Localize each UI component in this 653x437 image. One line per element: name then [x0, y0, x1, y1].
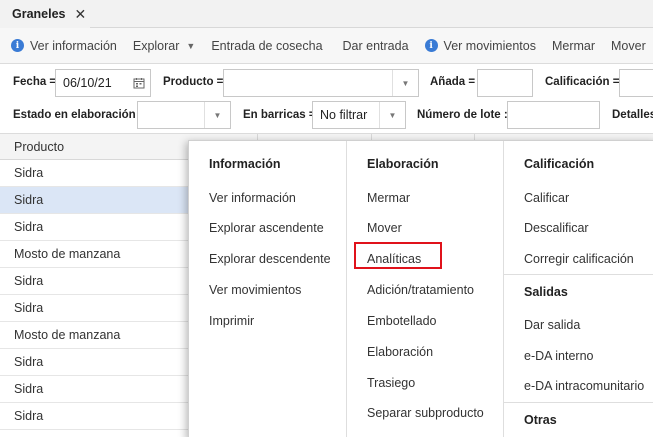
- menu-item-explorar-ascendente[interactable]: Explorar ascendente: [209, 221, 324, 235]
- ver-movimientos-label: Ver movimientos: [443, 38, 536, 53]
- estado-label: Estado en elaboración =: [13, 109, 146, 121]
- chevron-down-icon[interactable]: ▼: [392, 70, 418, 96]
- ver-informacion-label: Ver información: [30, 38, 117, 53]
- calificacion-label: Calificación =: [545, 76, 620, 88]
- menu-item-separar-subproducto[interactable]: Separar subproducto: [367, 406, 484, 420]
- menu-item-elaboracion[interactable]: Elaboración: [367, 345, 433, 359]
- barricas-label: En barricas =: [243, 109, 316, 121]
- cell-producto: Mosto de manzana: [14, 247, 121, 261]
- fecha-value: 06/10/21: [63, 76, 112, 90]
- menu-item-adicion-tratamiento[interactable]: Adición/tratamiento: [367, 283, 474, 297]
- dar-entrada-button[interactable]: Dar entrada: [335, 28, 417, 63]
- entrada-cosecha-label: Entrada de cosecha: [211, 38, 323, 53]
- info-icon: i: [424, 39, 438, 52]
- menu-heading-calificacion: Calificación: [524, 157, 595, 171]
- mermar-button[interactable]: Mermar: [544, 28, 603, 63]
- menu-item-corregir-calificacion[interactable]: Corregir calificación: [524, 252, 634, 266]
- cell-producto: Sidra: [14, 301, 44, 315]
- info-icon: i: [11, 39, 24, 52]
- lote-input[interactable]: [507, 101, 600, 129]
- menu-column-informacion: Información Ver información Explorar asc…: [189, 141, 346, 437]
- menu-item-eda-intracomunitario[interactable]: e-DA intracomunitario: [524, 379, 644, 393]
- cell-producto: Sidra: [14, 193, 44, 207]
- menu-item-calificar[interactable]: Calificar: [524, 191, 569, 205]
- estado-select[interactable]: ▼: [137, 101, 231, 129]
- cell-producto: Sidra: [14, 166, 44, 180]
- menu-divider: [504, 402, 653, 403]
- menu-column-calificacion: Calificación Calificar Descalificar Corr…: [503, 141, 653, 437]
- close-icon[interactable]: ✕: [75, 6, 87, 23]
- menu-item-analiticas[interactable]: Analíticas: [367, 252, 421, 266]
- mover-label: Mover: [611, 38, 646, 53]
- explorar-label: Explorar: [132, 38, 180, 53]
- menu-item-explorar-descendente[interactable]: Explorar descendente: [209, 252, 331, 266]
- menu-item-ver-informacion[interactable]: Ver información: [209, 191, 296, 205]
- fecha-label: Fecha =: [13, 76, 57, 88]
- menu-item-trasiego[interactable]: Trasiego: [367, 376, 415, 390]
- ver-informacion-button[interactable]: i Ver información: [0, 28, 125, 63]
- calificacion-input[interactable]: [619, 69, 653, 97]
- barricas-value: No filtrar: [320, 108, 368, 122]
- cell-producto: Sidra: [14, 274, 44, 288]
- tab-graneles[interactable]: Graneles ✕: [0, 0, 90, 28]
- column-header-producto: Producto: [14, 139, 65, 154]
- menu-item-mermar[interactable]: Mermar: [367, 191, 410, 205]
- menu-heading-elaboracion: Elaboración: [367, 157, 439, 171]
- tab-label: Graneles: [12, 7, 66, 21]
- detalles-label[interactable]: Detalles: [612, 109, 653, 121]
- fecha-input[interactable]: 06/10/21: [55, 69, 151, 97]
- explorar-button[interactable]: Explorar ▼: [125, 28, 203, 63]
- menu-heading-otras: Otras: [524, 413, 557, 427]
- producto-select[interactable]: ▼: [223, 69, 419, 97]
- cell-producto: Sidra: [14, 355, 44, 369]
- menu-heading-informacion: Información: [209, 157, 281, 171]
- menu-item-descalificar[interactable]: Descalificar: [524, 221, 589, 235]
- menu-item-embotellado[interactable]: Embotellado: [367, 314, 437, 328]
- menu-heading-salidas: Salidas: [524, 285, 568, 299]
- barricas-select[interactable]: No filtrar ▼: [312, 101, 406, 129]
- menu-item-eda-interno[interactable]: e-DA interno: [524, 349, 593, 363]
- menu-item-imprimir[interactable]: Imprimir: [209, 314, 254, 328]
- anada-input[interactable]: [477, 69, 533, 97]
- chevron-down-icon[interactable]: ▼: [379, 102, 405, 128]
- producto-label: Producto =: [163, 76, 224, 88]
- cell-producto: Sidra: [14, 382, 44, 396]
- ver-movimientos-button[interactable]: i Ver movimientos: [417, 28, 544, 63]
- anada-label: Añada =: [430, 76, 476, 88]
- menu-divider: [504, 274, 653, 275]
- dar-entrada-label: Dar entrada: [342, 38, 409, 53]
- menu-item-dar-salida[interactable]: Dar salida: [524, 318, 580, 332]
- menu-item-ver-movimientos[interactable]: Ver movimientos: [209, 283, 301, 297]
- lote-label: Número de lote ::: [417, 109, 512, 121]
- filter-panel: Fecha = 06/10/21 Producto = ▼ Añada = Ca…: [0, 64, 653, 134]
- chevron-down-icon[interactable]: ▼: [204, 102, 230, 128]
- mover-button[interactable]: Mover: [603, 28, 653, 63]
- toolbar: i Ver información Explorar ▼ Entrada de …: [0, 28, 653, 64]
- cell-producto: Mosto de manzana: [14, 328, 121, 342]
- context-menu: Información Ver información Explorar asc…: [188, 140, 653, 437]
- menu-item-mover[interactable]: Mover: [367, 221, 402, 235]
- caret-down-icon: ▼: [186, 40, 196, 51]
- menu-column-elaboracion: Elaboración Mermar Mover Analíticas Adic…: [346, 141, 503, 437]
- cell-producto: Sidra: [14, 220, 44, 234]
- cell-producto: Sidra: [14, 409, 44, 423]
- tab-bar: Graneles ✕: [0, 0, 653, 28]
- entrada-cosecha-button[interactable]: Entrada de cosecha: [203, 28, 330, 63]
- calendar-icon[interactable]: [128, 70, 150, 96]
- mermar-label: Mermar: [551, 38, 596, 53]
